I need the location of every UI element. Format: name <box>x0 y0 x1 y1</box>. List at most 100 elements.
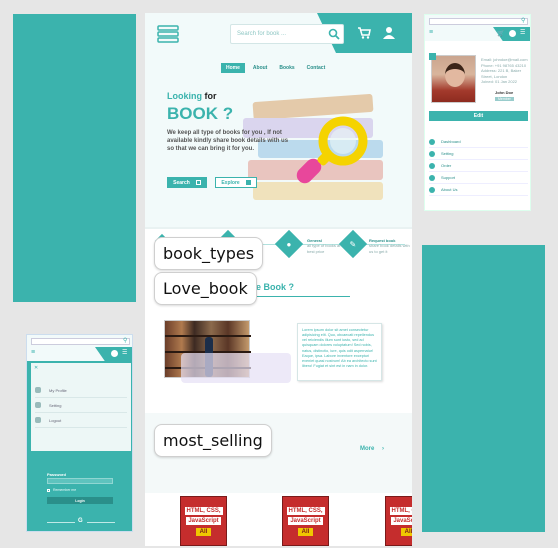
book-badge: All <box>195 528 212 536</box>
hero-looking: Looking <box>167 91 202 101</box>
hero-explore-label: Explore <box>221 179 240 186</box>
menu-dashboard[interactable]: Dashboard <box>429 136 528 148</box>
search-icon[interactable]: ⚲ <box>521 17 525 24</box>
profile-details: Email: johndoe@mail.com Phone: +91 98765… <box>481 57 529 85</box>
book-title-1: HTML, CSS, <box>184 507 223 515</box>
cart-icon[interactable]: 🛒 <box>497 30 504 37</box>
drawer-menu: My Profile Setting Logout <box>35 383 127 428</box>
book-card[interactable]: HTML, CSS, JavaScript All <box>180 496 227 546</box>
drawer-item-logout[interactable]: Logout <box>35 413 127 428</box>
hero-explore-button[interactable]: Explore <box>215 177 257 188</box>
menu-icon[interactable]: ☰ <box>122 349 127 356</box>
drawer-item-setting[interactable]: Setting <box>35 398 127 413</box>
edit-profile-button[interactable]: Edit <box>429 111 528 121</box>
menu-label: Dashboard <box>441 139 461 144</box>
search-bar[interactable]: Search for book ... <box>230 24 344 44</box>
mobile-drawer: ✕ My Profile Setting Logout <box>31 363 131 451</box>
book-title-1: HTML, CSS, <box>286 507 325 515</box>
menu-support[interactable]: Support <box>429 172 528 184</box>
book-badge: All <box>400 528 412 536</box>
users-icon: ● <box>286 239 292 249</box>
book-card[interactable]: HTML, CSS, JavaScript All <box>282 496 329 546</box>
gear-icon <box>35 402 41 408</box>
book-title-2: JavaScript <box>186 517 221 525</box>
menu-label: Order <box>441 163 452 168</box>
menu-setting[interactable]: Setting <box>429 148 528 160</box>
label-love-book: Love_book <box>154 272 257 305</box>
close-icon[interactable]: ✕ <box>34 365 38 371</box>
label-most-selling: most_selling <box>154 424 272 457</box>
books-logo-icon[interactable] <box>157 25 179 43</box>
hero-for: for <box>204 91 217 101</box>
nav-contact[interactable]: Contact <box>307 65 326 71</box>
avatar <box>431 55 476 103</box>
mobile-search-bar[interactable] <box>31 338 130 345</box>
remember-checkbox[interactable] <box>47 488 50 492</box>
more-label: More <box>360 446 375 452</box>
book-title-2: JavaScript <box>391 517 412 525</box>
drawer-item-profile[interactable]: My Profile <box>35 383 127 398</box>
books-logo-icon[interactable]: ≡ <box>31 349 35 356</box>
nav-home[interactable]: Home <box>221 63 245 73</box>
profile-search-bar[interactable] <box>429 18 528 25</box>
info-icon <box>429 186 435 193</box>
love-book-text: Lorem ipsum dolor sit amet consectetur a… <box>302 328 377 368</box>
edit-icon: ✎ <box>349 239 357 249</box>
more-link[interactable]: More › <box>360 446 384 452</box>
profile-name: John Doe <box>495 90 514 95</box>
love-book-heading: ve Book ? <box>251 282 295 292</box>
hero-description: We keep all type of books for you , If n… <box>167 130 289 152</box>
user-icon[interactable] <box>382 26 396 40</box>
book-badge: All <box>297 528 314 536</box>
password-label: Password <box>47 472 66 477</box>
password-field[interactable] <box>47 478 113 484</box>
nav-about[interactable]: About <box>253 65 267 71</box>
detail-line: Joined: 01 Jan 2022 <box>481 79 518 85</box>
mobile-panel: ⚲ ≡ ☰ ✕ My Profile Setting Logout Passwo… <box>26 334 133 532</box>
menu-about[interactable]: About Us <box>429 184 528 196</box>
book-card[interactable]: HTML, CSS, JavaScript All <box>385 496 412 546</box>
type-desc: share book details with us to get it <box>369 243 410 254</box>
gear-icon <box>429 150 435 157</box>
detail-line: Address: 221 B, Baker Street, London <box>481 68 522 79</box>
drawer-label: Logout <box>49 417 62 423</box>
divider-right <box>87 522 115 523</box>
user-icon[interactable] <box>509 30 516 37</box>
search-icon[interactable] <box>328 28 340 40</box>
book-icon <box>245 180 251 185</box>
books-logo-icon[interactable]: ≡ <box>429 29 433 36</box>
menu-order[interactable]: Order <box>429 160 528 172</box>
love-book-bg-illustration <box>181 353 291 383</box>
login-button[interactable]: Login <box>47 497 113 504</box>
drawer-label: Setting <box>49 402 62 408</box>
type-card-request: Request book share book details with us … <box>369 238 411 254</box>
profile-menu: Dashboard Setting Order Support About Us <box>429 136 528 196</box>
search-icon[interactable]: ⚲ <box>123 337 127 344</box>
user-icon[interactable] <box>111 350 118 357</box>
menu-label: About Us <box>441 187 458 192</box>
logout-icon <box>35 417 41 423</box>
book-title-1: HTML, CSS, <box>389 507 412 515</box>
avatar-badge <box>429 53 436 60</box>
nav-books[interactable]: Books <box>279 65 294 71</box>
menu-icon[interactable]: ☰ <box>520 29 525 36</box>
remember-row[interactable]: Remember me <box>47 488 76 492</box>
hero-search-label: Search <box>173 179 190 186</box>
google-icon[interactable]: G <box>78 518 83 524</box>
edit-label: Edit <box>473 113 484 119</box>
profile-icon <box>35 387 41 393</box>
search-input[interactable]: Search for book ... <box>237 31 286 37</box>
hero-heading-line1: Looking for <box>167 91 217 101</box>
search-box-icon <box>195 180 201 185</box>
label-book-types: book_types <box>154 237 264 270</box>
home-icon <box>429 138 435 145</box>
detail-line: Email: johndoe@mail.com <box>481 57 528 62</box>
left-teal-panel <box>13 14 136 302</box>
hero-search-button[interactable]: Search <box>167 177 207 188</box>
profile-panel: ⚲ ≡ 🛒 ☰ Email: johndoe@mail.com Phone: +… <box>424 14 531 211</box>
divider-left <box>47 522 75 523</box>
menu-label: Support <box>441 175 456 180</box>
cart-icon[interactable] <box>357 27 371 39</box>
chevron-right-icon: › <box>382 446 385 452</box>
support-icon <box>429 174 435 181</box>
